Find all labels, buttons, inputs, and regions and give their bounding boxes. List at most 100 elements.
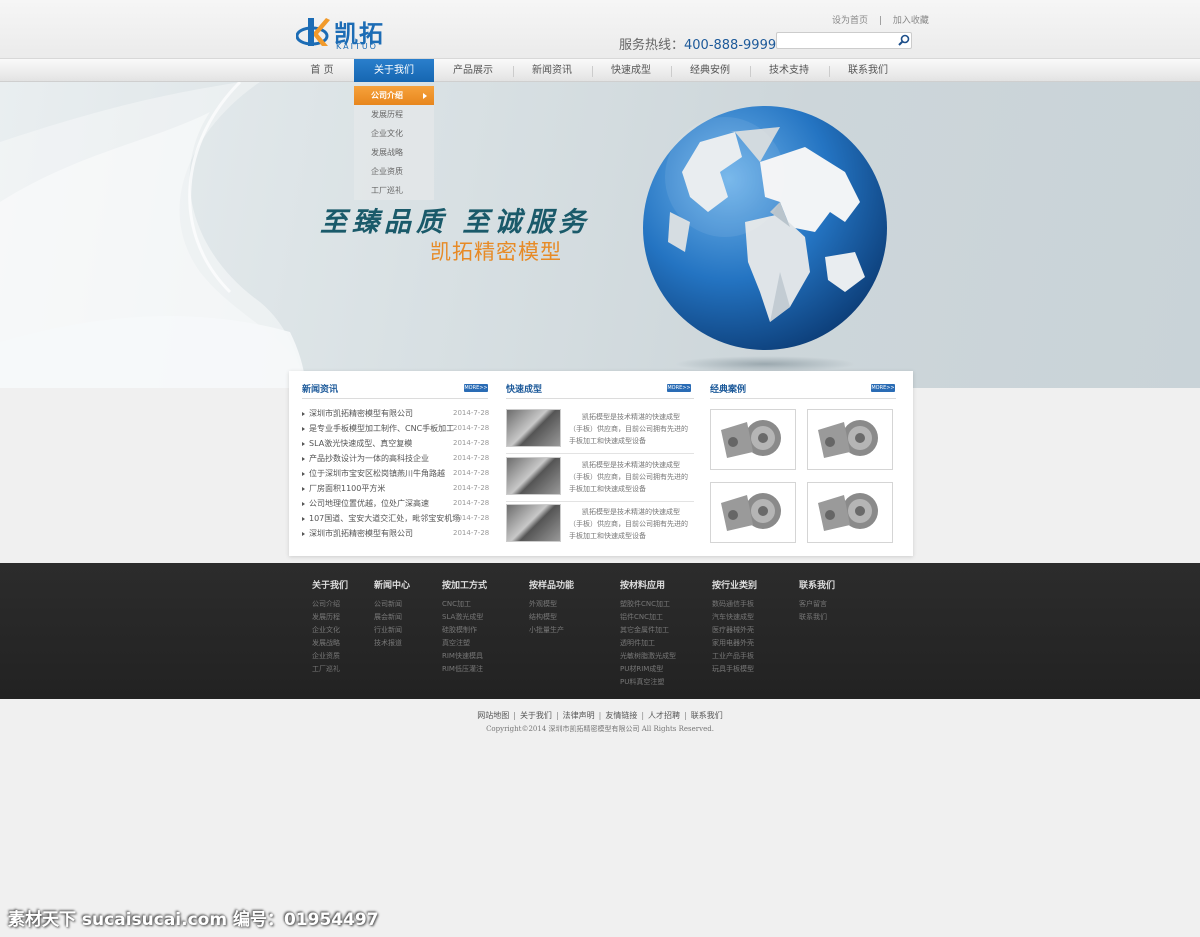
nav-item-about[interactable]: 关于我们	[354, 59, 434, 83]
news-item[interactable]: 厂房面积1100平方米 2014-7-28	[302, 481, 492, 496]
footer-link[interactable]: 光敏树脂激光成型	[620, 650, 676, 663]
footer-link[interactable]: 联系我们	[799, 611, 835, 624]
footer-link[interactable]: 行业新闻	[374, 624, 410, 637]
footer-link[interactable]: 玩具手板模型	[712, 663, 757, 676]
footer-link[interactable]: PU料真空注塑	[620, 676, 676, 689]
cases-more-button[interactable]: MORE>>	[871, 384, 895, 392]
footer-link[interactable]: RIM低压灌注	[442, 663, 487, 676]
footer-link[interactable]: 公司新闻	[374, 598, 410, 611]
footer-link[interactable]: 技术报道	[374, 637, 410, 650]
news-item[interactable]: 深圳市凯拓精密模型有限公司 2014-7-28	[302, 406, 492, 421]
rapid-item[interactable]: 凯拓模型是技术精湛的快速成型（手板）供应商，目前公司拥有先进的手板加工和快速成型…	[506, 407, 694, 452]
nav-item-rapid-prototyping[interactable]: 快速成型	[592, 59, 670, 83]
nav-item-contact[interactable]: 联系我们	[829, 59, 907, 83]
bottom-link-contact[interactable]: 联系我们	[691, 711, 723, 720]
bottom-link-legal[interactable]: 法律声明	[563, 711, 595, 720]
bottom-link-friends[interactable]: 友情链接	[605, 711, 637, 720]
news-item[interactable]: 位于深圳市宝安区松岗镇燕川牛角路越 2014-7-28	[302, 466, 492, 481]
footer-link[interactable]: 硅胶模制作	[442, 624, 487, 637]
bottom-link-jobs[interactable]: 人才招聘	[648, 711, 680, 720]
bullet-arrow-icon	[302, 456, 305, 461]
footer-link[interactable]: PU材RIM成型	[620, 663, 676, 676]
footer-link[interactable]: 公司介绍	[312, 598, 348, 611]
footer-link[interactable]: 真空注塑	[442, 637, 487, 650]
footer-column-function: 按样品功能 外观模型 结构模型 小批量生产	[529, 578, 574, 637]
news-item-title: 深圳市凯拓精密模型有限公司	[309, 409, 413, 418]
rapid-item-text: 凯拓模型是技术精湛的快速成型（手板）供应商，目前公司拥有先进的手板加工和快速成型…	[569, 413, 688, 445]
bullet-arrow-icon	[302, 516, 305, 521]
news-item-date: 2014-7-28	[453, 454, 490, 462]
footer-link[interactable]: 医疗器械外壳	[712, 624, 757, 637]
dropdown-item-strategy[interactable]: 发展战略	[354, 143, 434, 162]
divider	[302, 398, 488, 399]
news-item-date: 2014-7-28	[453, 499, 490, 507]
logo[interactable]: 凯拓 KAITUO	[296, 12, 406, 52]
footer-link[interactable]: 小批量生产	[529, 624, 574, 637]
footer-link[interactable]: 数码通信手板	[712, 598, 757, 611]
nav-item-cases[interactable]: 经典安例	[671, 59, 749, 83]
link-separator: |	[598, 711, 602, 720]
dropdown-item-culture[interactable]: 企业文化	[354, 124, 434, 143]
footer-link[interactable]: 企业文化	[312, 624, 348, 637]
case-thumbnail[interactable]	[710, 482, 796, 543]
news-item[interactable]: 公司地理位置优越，位处广深高速 2014-7-28	[302, 496, 492, 511]
nav-item-home[interactable]: 首 页	[283, 59, 361, 83]
news-item[interactable]: SLA激光快速成型、真空复模 2014-7-28	[302, 436, 492, 451]
footer-link[interactable]: 企业资质	[312, 650, 348, 663]
dropdown-item-company-intro[interactable]: 公司介绍	[354, 86, 434, 105]
bullet-arrow-icon	[302, 531, 305, 536]
case-thumbnail[interactable]	[807, 482, 893, 543]
news-item-title: 产品抄数设计为一体的高科技企业	[309, 454, 429, 463]
rapid-item[interactable]: 凯拓模型是技术精湛的快速成型（手板）供应商，目前公司拥有先进的手板加工和快速成型…	[506, 502, 694, 547]
news-more-button[interactable]: MORE>>	[464, 384, 488, 392]
footer-link[interactable]: 结构模型	[529, 611, 574, 624]
gear-part-icon	[721, 493, 781, 531]
footer-link[interactable]: 展会新闻	[374, 611, 410, 624]
dropdown-item-history[interactable]: 发展历程	[354, 105, 434, 124]
add-favorite-link[interactable]: 加入收藏	[893, 16, 929, 26]
footer-link[interactable]: RIM快速模具	[442, 650, 487, 663]
nav-item-news[interactable]: 新闻资讯	[513, 59, 591, 83]
footer-link[interactable]: 外观模型	[529, 598, 574, 611]
footer-link[interactable]: 客户留言	[799, 598, 835, 611]
news-item[interactable]: 深圳市凯拓精密模型有限公司 2014-7-28	[302, 526, 492, 541]
footer-link[interactable]: 工业产品手板	[712, 650, 757, 663]
nav-item-products[interactable]: 产品展示	[434, 59, 512, 83]
news-item[interactable]: 是专业手板模型加工制作、CNC手板加工 2014-7-28	[302, 421, 492, 436]
bottom-link-sitemap[interactable]: 网站地图	[477, 711, 509, 720]
bottom-link-about[interactable]: 关于我们	[520, 711, 552, 720]
nav-item-tech-support[interactable]: 技术支持	[750, 59, 828, 83]
footer-link[interactable]: 汽车快速成型	[712, 611, 757, 624]
footer-link[interactable]: 塑胶件CNC加工	[620, 598, 676, 611]
search-icon[interactable]	[897, 33, 911, 47]
footer-link[interactable]: 铝件CNC加工	[620, 611, 676, 624]
case-thumbnail[interactable]	[710, 409, 796, 470]
search-input[interactable]	[776, 32, 912, 49]
footer-link[interactable]: SLA激光成型	[442, 611, 487, 624]
footer-column-processing: 按加工方式 CNC加工 SLA激光成型 硅胶模制作 真空注塑 RIM快速模具 R…	[442, 578, 487, 676]
about-dropdown-menu: 公司介绍 发展历程 企业文化 发展战略 企业资质 工厂巡礼	[354, 86, 434, 200]
hotline-number: 400-888-9999	[684, 38, 777, 53]
divider	[506, 453, 694, 454]
news-item[interactable]: 107国道、宝安大道交汇处，毗邻宝安机场 2014-7-28	[302, 511, 492, 526]
rapid-item-text: 凯拓模型是技术精湛的快速成型（手板）供应商，目前公司拥有先进的手板加工和快速成型…	[569, 461, 688, 493]
dropdown-item-qualification[interactable]: 企业资质	[354, 162, 434, 181]
hotline-label: 服务热线：	[619, 38, 685, 53]
rapid-item-thumbnail	[506, 409, 561, 447]
footer-link[interactable]: 发展历程	[312, 611, 348, 624]
bullet-arrow-icon	[302, 486, 305, 491]
footer-link[interactable]: 工厂巡礼	[312, 663, 348, 676]
footer-link[interactable]: 发展战略	[312, 637, 348, 650]
footer-column-news: 新闻中心 公司新闻 展会新闻 行业新闻 技术报道	[374, 578, 410, 650]
rapid-more-button[interactable]: MORE>>	[667, 384, 691, 392]
case-thumbnail[interactable]	[807, 409, 893, 470]
set-homepage-link[interactable]: 设为首页	[832, 16, 868, 26]
dropdown-item-factory-tour[interactable]: 工厂巡礼	[354, 181, 434, 200]
gear-part-icon	[818, 420, 878, 458]
footer-link[interactable]: CNC加工	[442, 598, 487, 611]
rapid-item[interactable]: 凯拓模型是技术精湛的快速成型（手板）供应商，目前公司拥有先进的手板加工和快速成型…	[506, 455, 694, 500]
news-item[interactable]: 产品抄数设计为一体的高科技企业 2014-7-28	[302, 451, 492, 466]
footer-link[interactable]: 透明件加工	[620, 637, 676, 650]
footer-link[interactable]: 家用电器外壳	[712, 637, 757, 650]
footer-link[interactable]: 其它金属件加工	[620, 624, 676, 637]
